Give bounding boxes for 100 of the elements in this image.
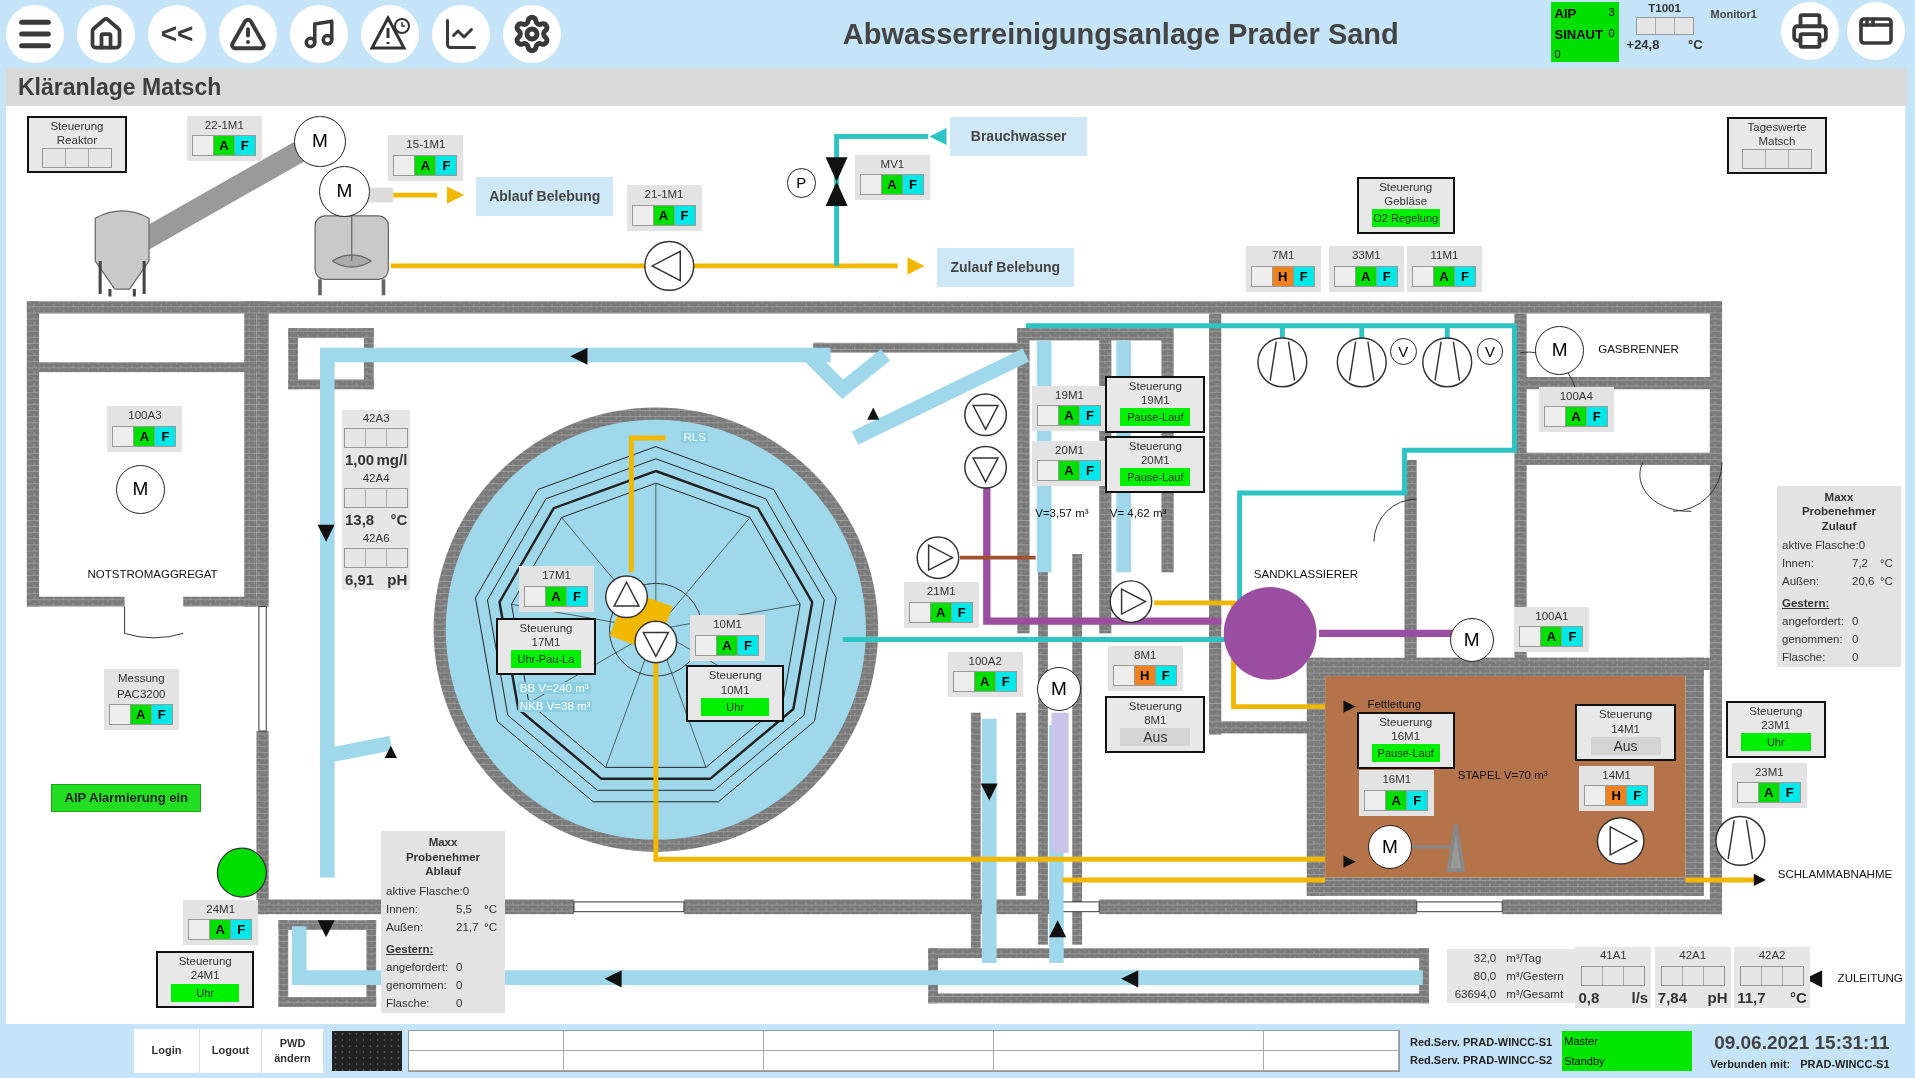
control-mode: Uhr bbox=[1740, 733, 1811, 752]
measured-value: 6,91 bbox=[344, 571, 375, 588]
row-label: angefordert: bbox=[386, 960, 450, 973]
control-title: Matsch bbox=[1758, 135, 1796, 149]
motor-tag: 10M1 bbox=[713, 618, 742, 632]
connected-server: PRAD-WINCC-S1 bbox=[1800, 1057, 1890, 1070]
counter-value: 80,0 bbox=[1472, 969, 1498, 982]
sensor-tag: T1001 bbox=[1648, 2, 1681, 16]
area-label: STAPEL V=70 m³ bbox=[1456, 769, 1549, 782]
control-panel[interactable]: Steuerung 20M1 Pause-Lauf bbox=[1105, 435, 1206, 493]
mixer-icon bbox=[1410, 821, 1465, 873]
flow-arrow-icon bbox=[867, 407, 880, 420]
flow-arrow-icon bbox=[980, 783, 998, 801]
unit-label: °C bbox=[1790, 988, 1807, 1006]
flow-arrow-icon bbox=[1121, 970, 1139, 988]
mode-indicator: A bbox=[545, 585, 568, 607]
sensor-tag: 41A1 bbox=[1599, 949, 1627, 963]
footer-button[interactable]: PWD ändern bbox=[262, 1028, 324, 1073]
control-panel[interactable]: Steuerung 10M1 Uhr bbox=[686, 665, 785, 723]
value-cells bbox=[1635, 17, 1694, 36]
control-panel[interactable]: Tageswerte Matsch bbox=[1726, 117, 1828, 174]
pump-icon bbox=[1109, 580, 1153, 624]
line-chart-icon bbox=[443, 16, 479, 52]
fault-indicator: F bbox=[737, 634, 760, 656]
back-button[interactable]: << bbox=[148, 5, 206, 63]
row-label: genommen: bbox=[386, 978, 448, 991]
motor-tag: 11M1 bbox=[1430, 249, 1459, 263]
alarm-toggle-button[interactable]: AIP Alarmierung ein bbox=[51, 783, 202, 812]
section-heading: Gestern: bbox=[386, 942, 435, 955]
row-label: genommen: bbox=[1782, 632, 1844, 645]
row-label: Innen: bbox=[386, 902, 419, 915]
temperature-value: +24,8 bbox=[1626, 37, 1660, 53]
unit-label: pH bbox=[387, 571, 408, 588]
area-label: NOTSTROMAGGREGAT bbox=[86, 567, 219, 580]
status-field bbox=[188, 919, 211, 941]
row-label: Flasche: bbox=[1782, 650, 1827, 663]
motor-tag: 8M1 bbox=[1134, 648, 1157, 663]
row-value: 21,7 bbox=[456, 920, 480, 933]
status-field bbox=[393, 154, 416, 176]
server-role-indicator: Master Standby bbox=[1562, 1030, 1693, 1071]
keyboard-button[interactable] bbox=[332, 1030, 402, 1071]
pump-icon bbox=[1596, 816, 1645, 865]
flow-arrow-icon bbox=[317, 524, 335, 542]
control-panel[interactable]: Steuerung 23M1 Uhr bbox=[1725, 700, 1826, 758]
control-title: Tageswerte bbox=[1747, 121, 1807, 135]
control-title: Steuerung bbox=[1128, 439, 1182, 453]
row-label: aktive Flasche: bbox=[386, 884, 463, 897]
date-time: 09.06.2021 15:31:11 bbox=[1714, 1031, 1890, 1054]
control-panel[interactable]: Steuerung 8M1 Aus bbox=[1105, 695, 1206, 753]
control-panel[interactable]: Steuerung Gebläse O2 Regelung bbox=[1356, 176, 1455, 234]
footer-button[interactable]: Login bbox=[134, 1028, 200, 1073]
control-panel[interactable]: Steuerung 16M1 Pause-Lauf bbox=[1356, 711, 1455, 769]
mode-indicator: H bbox=[1271, 265, 1294, 287]
row-label: Außen: bbox=[1782, 574, 1821, 587]
fault-indicator: F bbox=[1154, 665, 1177, 687]
status-field bbox=[1519, 625, 1542, 647]
mode-indicator: A bbox=[1432, 265, 1455, 287]
pump-icon bbox=[964, 393, 1008, 437]
fault-indicator: F bbox=[1778, 782, 1801, 804]
unit-label: pH bbox=[1707, 988, 1728, 1006]
mode-indicator: A bbox=[1564, 406, 1587, 428]
control-title: 10M1 bbox=[720, 683, 750, 697]
motor-tag: 19M1 bbox=[1055, 388, 1084, 402]
control-mode: Pause-Lauf bbox=[1371, 744, 1440, 763]
flow-arrow-icon bbox=[384, 745, 397, 758]
flow-arrow-icon bbox=[317, 920, 335, 938]
sensor-tag: 42A4 bbox=[362, 471, 390, 486]
control-mode: Uhr bbox=[171, 983, 240, 1002]
fault-indicator: F bbox=[673, 204, 696, 226]
control-panel[interactable]: Steuerung Reaktor bbox=[26, 115, 127, 173]
row-label: aktive Flasche: bbox=[1782, 538, 1859, 551]
flow-arrow-icon bbox=[604, 970, 622, 988]
control-title: 19M1 bbox=[1140, 394, 1170, 408]
motor-tag: 16M1 bbox=[1382, 773, 1412, 787]
motor-tag: 21-1M1 bbox=[644, 188, 684, 202]
valve-icon bbox=[825, 157, 848, 207]
mode-indicator: A bbox=[209, 919, 232, 941]
control-panel[interactable]: Steuerung 14M1 Aus bbox=[1575, 704, 1676, 762]
unit-label: m³/Gesamt bbox=[1506, 987, 1565, 1000]
mode-indicator: A bbox=[1757, 782, 1780, 804]
control-title: Steuerung bbox=[519, 621, 573, 635]
motor-tag: 24M1 bbox=[206, 902, 236, 917]
row-value: 0 bbox=[1852, 632, 1860, 645]
flow-arrow-icon bbox=[1343, 855, 1356, 868]
counter-value: 32,0 bbox=[1472, 951, 1498, 964]
control-panel[interactable]: Steuerung 24M1 Uhr bbox=[156, 951, 254, 1009]
sampler-title: Maxx Probenehmer Ablauf bbox=[404, 835, 482, 879]
status-field bbox=[1543, 406, 1566, 428]
control-panel[interactable]: Steuerung 19M1 Pause-Lauf bbox=[1105, 375, 1206, 433]
row-value: 0 bbox=[1852, 650, 1860, 663]
footer-button[interactable]: Logout bbox=[200, 1028, 262, 1073]
window-title: Abwasserreinigungsanlage Prader Sand bbox=[841, 17, 1400, 51]
control-panel[interactable]: Steuerung 17M1 Uhr-Pau-La bbox=[495, 617, 596, 675]
sensor-tag: 42A2 bbox=[1758, 949, 1786, 963]
value-cells bbox=[1660, 965, 1725, 986]
motor-tag: 14M1 bbox=[1602, 768, 1632, 782]
motor-tag: 21M1 bbox=[926, 585, 956, 599]
area-label: SANDKLASSIERER bbox=[1252, 567, 1359, 580]
area-label: ZULEITUNG bbox=[1836, 971, 1904, 984]
area-label: V=3,57 m³ bbox=[1034, 506, 1090, 519]
